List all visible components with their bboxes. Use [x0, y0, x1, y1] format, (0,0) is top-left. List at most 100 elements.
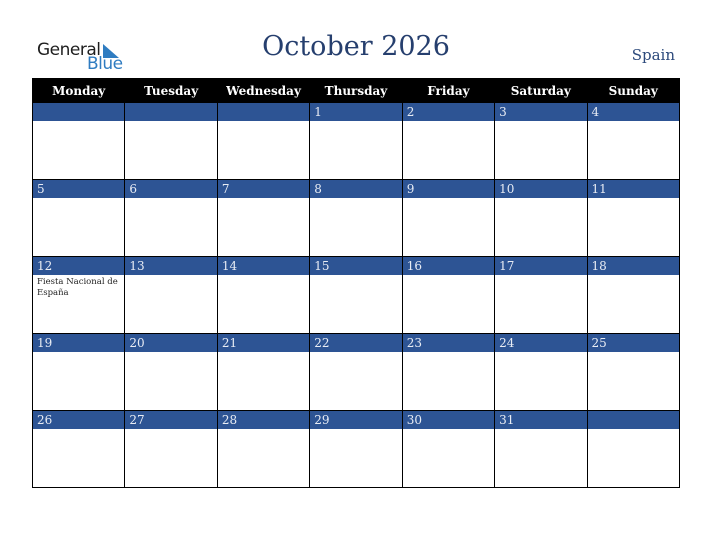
day-body — [218, 198, 309, 256]
day-body — [33, 121, 124, 179]
day-number: 4 — [587, 103, 679, 121]
weekday-header: Friday — [401, 78, 496, 103]
day-body — [125, 275, 216, 333]
day-cell[interactable]: 16 — [401, 256, 496, 334]
day-number: 27 — [125, 411, 217, 429]
day-cell[interactable]: 28 — [216, 410, 311, 488]
day-cell[interactable]: 9 — [401, 179, 496, 257]
day-number: 29 — [310, 411, 402, 429]
day-body — [403, 275, 494, 333]
day-number: 8 — [310, 180, 402, 198]
day-cell[interactable]: 17 — [494, 256, 588, 334]
day-body — [33, 198, 124, 256]
calendar-grid: Monday Tuesday Wednesday Thursday Friday… — [31, 78, 681, 488]
day-cell[interactable]: 30 — [401, 410, 496, 488]
calendar-title: October 2026 — [262, 31, 450, 62]
day-cell[interactable]: 11 — [586, 179, 681, 257]
day-body — [495, 121, 586, 179]
day-cell[interactable]: 22 — [309, 333, 403, 411]
day-cell[interactable] — [124, 102, 218, 180]
day-number: 26 — [33, 411, 125, 429]
week-row: 5 6 7 8 9 10 11 — [31, 179, 681, 257]
day-cell[interactable]: 3 — [494, 102, 588, 180]
day-body — [588, 352, 679, 410]
day-body — [310, 198, 401, 256]
week-row: 1234 — [31, 102, 681, 180]
day-number: 2 — [402, 103, 495, 121]
day-cell[interactable]: 29 — [309, 410, 403, 488]
day-cell[interactable]: 20 — [124, 333, 218, 411]
day-number: 25 — [587, 334, 679, 352]
week-row: 12 Fiesta Nacional de España 13 14 15 16 17 18 — [31, 256, 681, 334]
day-body — [495, 352, 586, 410]
day-body — [588, 429, 679, 487]
day-cell[interactable]: 27 — [124, 410, 218, 488]
day-number: 11 — [587, 180, 679, 198]
day-number: 20 — [125, 334, 217, 352]
weekday-header: Monday — [31, 78, 126, 103]
day-cell[interactable]: 5 — [31, 179, 126, 257]
day-body — [588, 198, 679, 256]
day-number — [217, 103, 310, 121]
day-number: 21 — [217, 334, 310, 352]
day-body — [125, 429, 216, 487]
day-body — [310, 352, 401, 410]
day-cell[interactable] — [216, 102, 311, 180]
day-cell[interactable]: 6 — [124, 179, 218, 257]
day-number: 1 — [310, 103, 402, 121]
day-body — [403, 429, 494, 487]
day-cell[interactable]: 26 — [31, 410, 126, 488]
day-number: 16 — [402, 257, 495, 275]
day-body — [218, 121, 309, 179]
weekday-header: Sunday — [586, 78, 681, 103]
day-body — [495, 198, 586, 256]
day-cell[interactable]: 25 — [586, 333, 681, 411]
day-body — [403, 121, 494, 179]
day-cell[interactable]: 18 — [586, 256, 681, 334]
day-body — [588, 275, 679, 333]
day-cell[interactable]: 31 — [494, 410, 588, 488]
week-row: 26 27 28 29 30 31 — [31, 410, 681, 488]
day-number: 22 — [310, 334, 402, 352]
day-cell[interactable]: 13 — [124, 256, 218, 334]
day-cell[interactable]: 2 — [401, 102, 496, 180]
day-number: 18 — [587, 257, 679, 275]
weekday-header: Thursday — [309, 78, 403, 103]
day-cell[interactable] — [31, 102, 126, 180]
day-cell[interactable]: 8 — [309, 179, 403, 257]
day-number: 12 — [33, 257, 125, 275]
day-number: 23 — [402, 334, 495, 352]
day-number: 24 — [495, 334, 587, 352]
day-cell[interactable]: 4 — [586, 102, 681, 180]
day-cell[interactable] — [586, 410, 681, 488]
day-cell[interactable]: 1 — [309, 102, 403, 180]
day-body — [125, 352, 216, 410]
day-number — [33, 103, 125, 121]
day-body — [310, 429, 401, 487]
day-cell[interactable]: 12 Fiesta Nacional de España — [31, 256, 126, 334]
day-body — [495, 429, 586, 487]
day-body — [125, 121, 216, 179]
day-body — [403, 198, 494, 256]
week-row: 19 20 21 22 23 24 25 — [31, 333, 681, 411]
day-cell[interactable]: 19 — [31, 333, 126, 411]
day-cell[interactable]: 7 — [216, 179, 311, 257]
day-body — [33, 429, 124, 487]
day-cell[interactable]: 10 — [494, 179, 588, 257]
day-cell[interactable]: 15 — [309, 256, 403, 334]
day-cell[interactable]: 21 — [216, 333, 311, 411]
weekday-header: Saturday — [494, 78, 588, 103]
day-cell[interactable]: 24 — [494, 333, 588, 411]
holiday-event: Fiesta Nacional de España — [37, 277, 118, 298]
day-body — [310, 275, 401, 333]
day-number: 5 — [33, 180, 125, 198]
day-cell[interactable]: 14 — [216, 256, 311, 334]
day-body — [403, 352, 494, 410]
day-number: 7 — [217, 180, 310, 198]
day-cell[interactable]: 23 — [401, 333, 496, 411]
country-label: Spain — [631, 46, 675, 64]
day-body — [588, 121, 679, 179]
day-body — [125, 198, 216, 256]
day-body — [218, 352, 309, 410]
day-body — [33, 352, 124, 410]
